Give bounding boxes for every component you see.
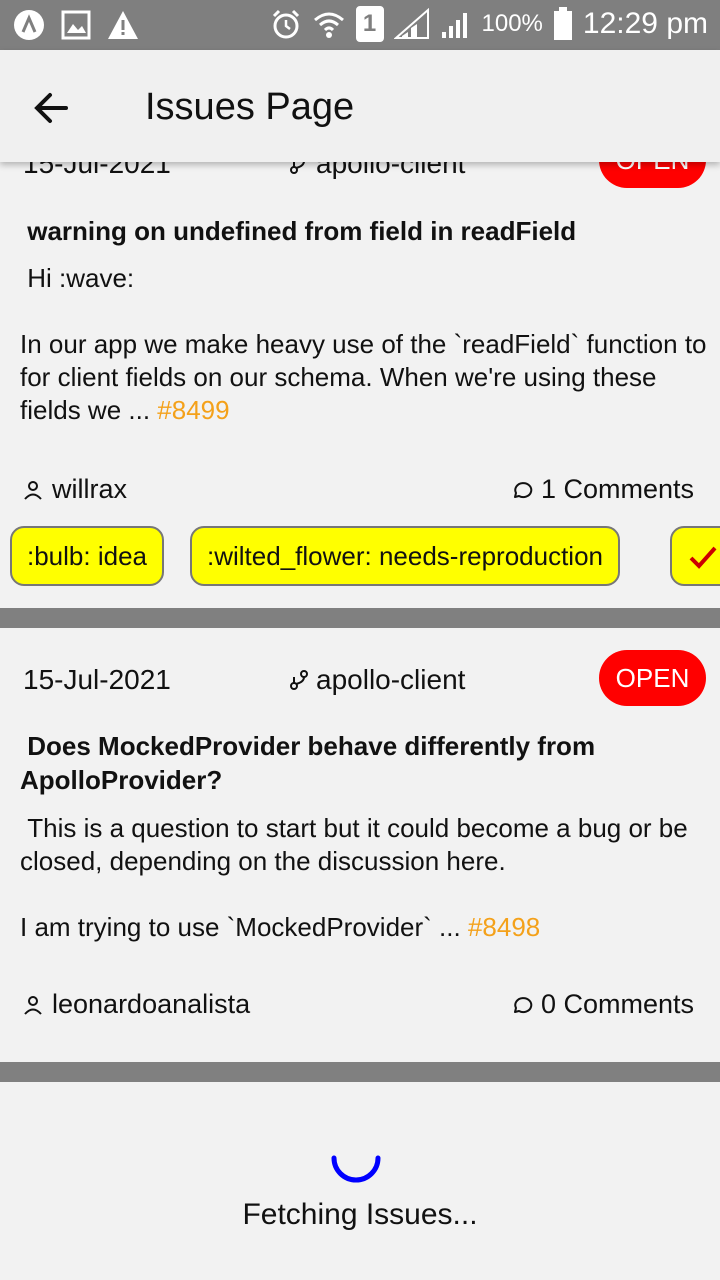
comment-icon bbox=[513, 996, 533, 1013]
status-badge: OPEN bbox=[599, 650, 706, 706]
alarm-icon bbox=[272, 9, 299, 39]
loading-spinner-icon bbox=[331, 1155, 381, 1183]
battery-percent: 100% bbox=[481, 10, 543, 37]
image-notification-icon bbox=[61, 10, 91, 40]
issue-number-link[interactable]: #8499 bbox=[157, 395, 229, 425]
issue-repo: apollo-client bbox=[288, 664, 465, 696]
warning-icon bbox=[108, 11, 138, 39]
issue-repo-name: apollo-client bbox=[316, 664, 466, 695]
issue-body: Hi :wave: In our app we make heavy use o… bbox=[20, 262, 710, 427]
issue-comments: 1 Comments bbox=[511, 474, 694, 505]
card-divider bbox=[0, 608, 720, 628]
issue-body-line2: In our app we make heavy use of the `rea… bbox=[20, 329, 707, 425]
signal-icon-1 bbox=[393, 8, 429, 39]
card-divider bbox=[0, 1062, 720, 1082]
issue-comments-count: 0 Comments bbox=[540, 989, 694, 1019]
person-icon bbox=[24, 995, 42, 1015]
back-arrow-icon[interactable] bbox=[30, 86, 74, 130]
comment-icon bbox=[513, 481, 533, 498]
label-chip[interactable]: :wilted_flower: needs-reproduction bbox=[190, 526, 620, 586]
person-icon bbox=[24, 480, 42, 500]
status-bar: 1 100% 12:29 pm bbox=[0, 0, 720, 50]
issue-body-line1: Hi :wave: bbox=[27, 263, 135, 293]
battery-icon bbox=[553, 7, 572, 40]
issue-number-link[interactable]: #8498 bbox=[468, 912, 540, 942]
issue-body-line1: This is a question to start but it could… bbox=[20, 813, 688, 876]
app-notification-icon bbox=[14, 10, 44, 40]
issue-card[interactable]: 15-Jul-2021 apollo-client OPEN Does Mock… bbox=[0, 628, 720, 1062]
branch-icon bbox=[290, 670, 308, 690]
sim-indicator: 1 bbox=[355, 6, 384, 42]
issue-author: leonardoanalista bbox=[22, 989, 250, 1020]
issue-author-name: leonardoanalista bbox=[52, 989, 251, 1019]
issue-author-name: willrax bbox=[52, 474, 128, 504]
issue-author: willrax bbox=[22, 474, 127, 505]
page-title: Issues Page bbox=[145, 86, 355, 128]
issue-title: Does MockedProvider behave differently f… bbox=[20, 731, 596, 795]
app-bar: Issues Page bbox=[0, 50, 720, 162]
issue-body-line2: I am trying to use `MockedProvider` ... bbox=[20, 912, 461, 942]
issue-card[interactable]: 15-Jul-2021 apollo-client OPEN warning o… bbox=[0, 130, 720, 608]
issue-title: warning on undefined from field in readF… bbox=[27, 216, 577, 246]
checkmark-icon bbox=[689, 546, 717, 570]
issue-comments-count: 1 Comments bbox=[540, 474, 694, 504]
loading-text: Fetching Issues... bbox=[242, 1198, 478, 1231]
issue-body: This is a question to start but it could… bbox=[20, 812, 710, 944]
issue-date: 15-Jul-2021 bbox=[23, 664, 171, 695]
signal-icon-2 bbox=[441, 13, 467, 38]
clock: 12:29 pm bbox=[582, 7, 708, 40]
issue-comments: 0 Comments bbox=[511, 989, 694, 1020]
label-chip[interactable] bbox=[670, 526, 720, 586]
label-chip[interactable]: :bulb: idea bbox=[10, 526, 164, 586]
wifi-icon bbox=[313, 12, 344, 38]
